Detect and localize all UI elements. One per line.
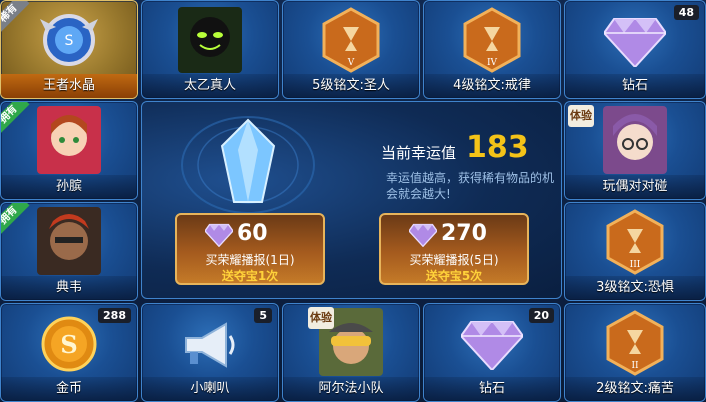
- tile-doll-collision[interactable]: 体验 玩偶对对碰: [564, 101, 706, 200]
- crystal-emblem-icon: S: [40, 14, 98, 66]
- tile-taiyi[interactable]: 太乙真人: [141, 0, 279, 99]
- svg-text:V: V: [347, 58, 355, 68]
- tile-dianwei[interactable]: 拥有 典韦: [0, 202, 138, 301]
- luck-description: 幸运值越高，获得稀有物品的机会就会越大!: [386, 171, 555, 201]
- inscription-hexagon-icon: IV: [463, 7, 521, 73]
- price: 60: [237, 221, 268, 246]
- svg-text:II: II: [631, 361, 639, 371]
- tile-label: 典韦: [1, 276, 137, 300]
- tile-label: 4级铭文:戒律: [424, 74, 560, 98]
- tile-label: 孙膑: [1, 175, 137, 199]
- svg-text:S: S: [60, 330, 77, 359]
- tile-loudspeaker[interactable]: 5 小喇叭: [141, 303, 279, 402]
- tile-label: 玩偶对对碰: [565, 175, 705, 199]
- buy-label: 买荣耀播报(5日): [409, 253, 499, 267]
- item-count: 48: [673, 5, 699, 20]
- gold-coin-icon: S: [41, 316, 97, 372]
- svg-text:S: S: [65, 33, 74, 49]
- buy-label: 买荣耀播报(1日): [205, 253, 295, 267]
- diamond-icon: [461, 321, 523, 370]
- tile-king-crystal[interactable]: 稀有 S 王者水晶: [0, 0, 138, 99]
- svg-text:IV: IV: [487, 58, 498, 68]
- diamond-icon: [205, 223, 233, 247]
- tile-alpha-squad[interactable]: 体验 阿尔法小队: [282, 303, 420, 402]
- buy-broadcast-5day-button[interactable]: 270 买荣耀播报(5日) 送夺宝5次: [379, 213, 529, 285]
- bonus-label: 送夺宝5次: [425, 269, 483, 283]
- crystal-glow-icon: [181, 116, 315, 214]
- tile-label: 3级铭文:恐惧: [565, 276, 705, 300]
- lottery-board: 稀有 S 王者水晶 太乙真人 V 5级铭文:圣人 IV 4级铭文:戒律 48 钻…: [0, 0, 706, 402]
- diamond-icon: [409, 223, 437, 247]
- taiyi-hero-portrait-icon: [178, 7, 242, 73]
- diamond-icon: [604, 18, 666, 67]
- svg-text:III: III: [630, 260, 641, 270]
- item-count: 20: [528, 308, 554, 323]
- tile-inscription-saint[interactable]: V 5级铭文:圣人: [282, 0, 420, 99]
- tile-label: 钻石: [565, 74, 705, 98]
- trial-tag: 体验: [308, 307, 334, 329]
- inscription-hexagon-icon: III: [606, 209, 664, 275]
- rare-ribbon: 稀有: [1, 1, 30, 35]
- luck-value: 183: [466, 130, 529, 165]
- sunbin-hero-portrait-icon: [37, 106, 101, 174]
- owned-ribbon: 拥有: [1, 102, 30, 136]
- bonus-label: 送夺宝1次: [221, 269, 279, 283]
- tile-label: 5级铭文:圣人: [283, 74, 419, 98]
- tile-gold-coin[interactable]: 288 S 金币: [0, 303, 138, 402]
- tile-inscription-pain[interactable]: II 2级铭文:痛苦: [564, 303, 706, 402]
- trial-tag: 体验: [568, 105, 594, 127]
- inscription-hexagon-icon: II: [606, 310, 664, 376]
- tile-inscription-fear[interactable]: III 3级铭文:恐惧: [564, 202, 706, 301]
- tile-inscription-discipline[interactable]: IV 4级铭文:戒律: [423, 0, 561, 99]
- inscription-hexagon-icon: V: [322, 7, 380, 73]
- tile-sunbin[interactable]: 拥有 孙膑: [0, 101, 138, 200]
- item-count: 5: [254, 308, 272, 323]
- tile-label: 金币: [1, 377, 137, 401]
- tile-diamond-bottom[interactable]: 20 钻石: [423, 303, 561, 402]
- owned-ribbon: 拥有: [1, 203, 30, 237]
- price: 270: [441, 221, 487, 246]
- tile-label: 太乙真人: [142, 74, 278, 98]
- item-count: 288: [98, 308, 131, 323]
- doll-skin-portrait-icon: [603, 106, 667, 174]
- luck-label: 当前幸运值: [381, 144, 457, 162]
- tile-label: 钻石: [424, 377, 560, 401]
- tile-label: 小喇叭: [142, 377, 278, 401]
- tile-diamond-top[interactable]: 48 钻石: [564, 0, 706, 99]
- dianwei-hero-portrait-icon: [37, 207, 101, 275]
- tile-label: 2级铭文:痛苦: [565, 377, 705, 401]
- tile-label: 阿尔法小队: [283, 377, 419, 401]
- tile-label: 王者水晶: [1, 74, 137, 98]
- megaphone-icon: [185, 322, 235, 368]
- buy-broadcast-1day-button[interactable]: 60 买荣耀播报(1日) 送夺宝1次: [175, 213, 325, 285]
